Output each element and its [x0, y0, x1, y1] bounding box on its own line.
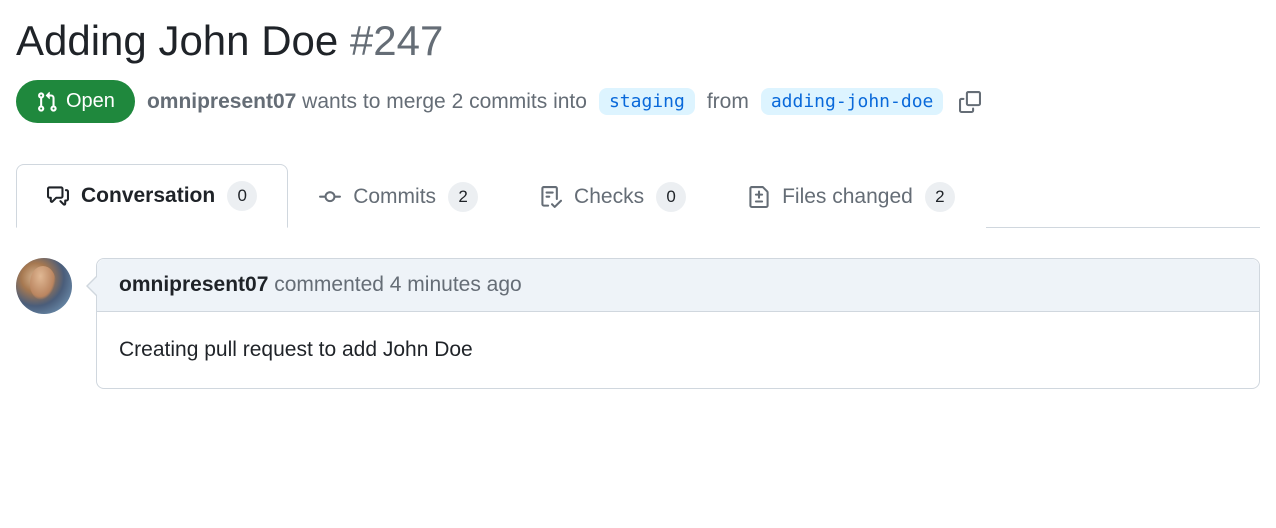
comment-body: Creating pull request to add John Doe — [97, 312, 1259, 388]
tab-commits-count: 2 — [448, 182, 478, 212]
comment-author-avatar[interactable] — [16, 258, 72, 314]
head-branch[interactable]: adding-john-doe — [761, 88, 944, 115]
tab-files-count: 2 — [925, 182, 955, 212]
timeline: omnipresent07 commented 4 minutes ago Cr… — [16, 258, 1260, 389]
tab-checks-label: Checks — [574, 185, 644, 209]
pr-meta-row: Open omnipresent07 wants to merge 2 comm… — [16, 80, 1260, 123]
pr-header: Adding John Doe #247 Open omnipresent07 … — [16, 16, 1260, 123]
tab-checks[interactable]: Checks 0 — [509, 164, 717, 228]
pr-title-text: Adding John Doe — [16, 17, 338, 64]
comment-header: omnipresent07 commented 4 minutes ago — [97, 259, 1259, 312]
tab-conversation-label: Conversation — [81, 184, 215, 208]
comment-timestamp[interactable]: 4 minutes ago — [390, 273, 522, 296]
comment-author[interactable]: omnipresent07 — [119, 273, 268, 296]
comment-discussion-icon — [47, 185, 69, 207]
git-pull-request-icon — [36, 91, 58, 113]
merge-text-1: wants to merge 2 commits into — [302, 90, 587, 113]
tab-checks-count: 0 — [656, 182, 686, 212]
tab-conversation[interactable]: Conversation 0 — [16, 164, 288, 228]
comment-action: commented — [274, 273, 384, 296]
copy-branch-button[interactable] — [955, 87, 985, 117]
state-badge-open: Open — [16, 80, 135, 123]
pr-title-row: Adding John Doe #247 — [16, 16, 1260, 66]
checklist-icon — [540, 186, 562, 208]
pr-author[interactable]: omnipresent07 — [147, 90, 296, 113]
comment-box: omnipresent07 commented 4 minutes ago Cr… — [96, 258, 1260, 389]
pr-title: Adding John Doe #247 — [16, 16, 1260, 66]
file-diff-icon — [748, 186, 770, 208]
git-commit-icon — [319, 186, 341, 208]
state-label: Open — [66, 90, 115, 113]
tab-commits[interactable]: Commits 2 — [288, 164, 509, 228]
tab-files-label: Files changed — [782, 185, 913, 209]
base-branch[interactable]: staging — [599, 88, 695, 115]
pr-number: #247 — [350, 17, 443, 64]
tab-conversation-count: 0 — [227, 181, 257, 211]
tab-commits-label: Commits — [353, 185, 436, 209]
pr-tabnav: Conversation 0 Commits 2 Checks 0 Files … — [16, 163, 1260, 228]
merge-text-2: from — [707, 90, 749, 114]
merge-description: omnipresent07 wants to merge 2 commits i… — [147, 90, 587, 114]
copy-icon — [959, 91, 981, 113]
tab-files-changed[interactable]: Files changed 2 — [717, 164, 986, 228]
